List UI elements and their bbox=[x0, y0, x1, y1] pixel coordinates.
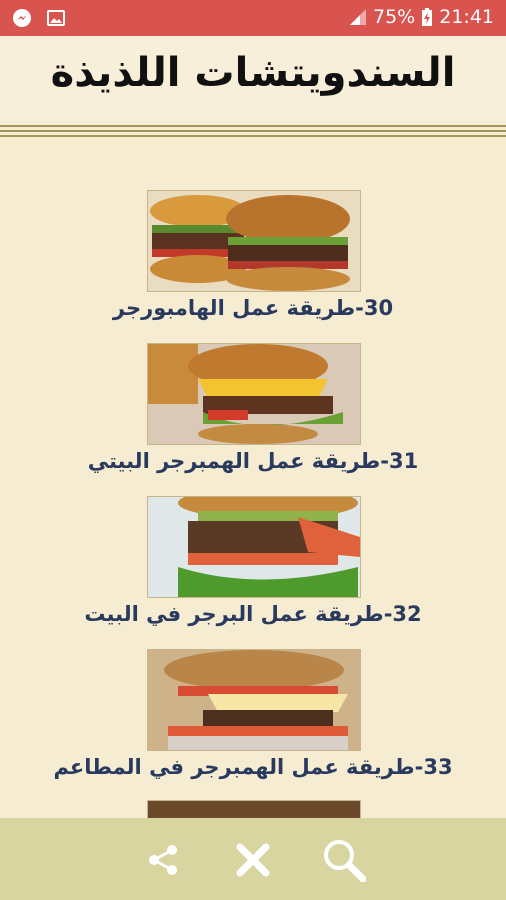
clock: 21:41 bbox=[439, 6, 494, 28]
list-item[interactable]: 30-طريقة عمل الهامبورجر bbox=[0, 188, 506, 341]
list-item[interactable]: 31-طريقة عمل الهمبرجر البيتي bbox=[0, 341, 506, 494]
header-divider bbox=[0, 125, 506, 141]
list-item[interactable]: 32-طريقة عمل البرجر في البيت bbox=[0, 494, 506, 647]
close-button[interactable] bbox=[231, 838, 275, 882]
partial-list-item-photo[interactable] bbox=[147, 800, 361, 820]
list-item-label[interactable]: 33-طريقة عمل الهمبرجر في المطاعم bbox=[0, 755, 506, 779]
hamburger-photo[interactable] bbox=[147, 190, 361, 292]
signal-icon bbox=[349, 8, 367, 26]
cheeseburger-photo[interactable] bbox=[147, 343, 361, 445]
image-icon bbox=[46, 8, 66, 28]
close-icon bbox=[235, 842, 271, 878]
burger-with-pickles-photo[interactable] bbox=[147, 496, 361, 598]
messenger-icon bbox=[12, 8, 32, 28]
restaurant-burger-photo[interactable] bbox=[147, 649, 361, 751]
app-header: السندويتشات اللذيذة bbox=[0, 36, 506, 122]
page-title: السندويتشات اللذيذة bbox=[50, 50, 456, 96]
battery-percent: 75% bbox=[373, 6, 416, 28]
share-icon bbox=[145, 842, 181, 878]
recipe-list: 30-طريقة عمل الهامبورجر 31-طريقة عمل اله… bbox=[0, 188, 506, 800]
list-item-label[interactable]: 31-طريقة عمل الهمبرجر البيتي bbox=[0, 449, 506, 473]
search-button[interactable] bbox=[322, 838, 366, 882]
status-bar: 75% 21:41 bbox=[0, 0, 506, 36]
list-item-label[interactable]: 32-طريقة عمل البرجر في البيت bbox=[0, 602, 506, 626]
list-item-label[interactable]: 30-طريقة عمل الهامبورجر bbox=[0, 296, 506, 320]
search-icon bbox=[322, 838, 366, 882]
list-item[interactable]: 33-طريقة عمل الهمبرجر في المطاعم bbox=[0, 647, 506, 800]
bottom-toolbar bbox=[0, 818, 506, 900]
battery-charging-icon bbox=[421, 7, 433, 27]
share-button[interactable] bbox=[141, 838, 185, 882]
